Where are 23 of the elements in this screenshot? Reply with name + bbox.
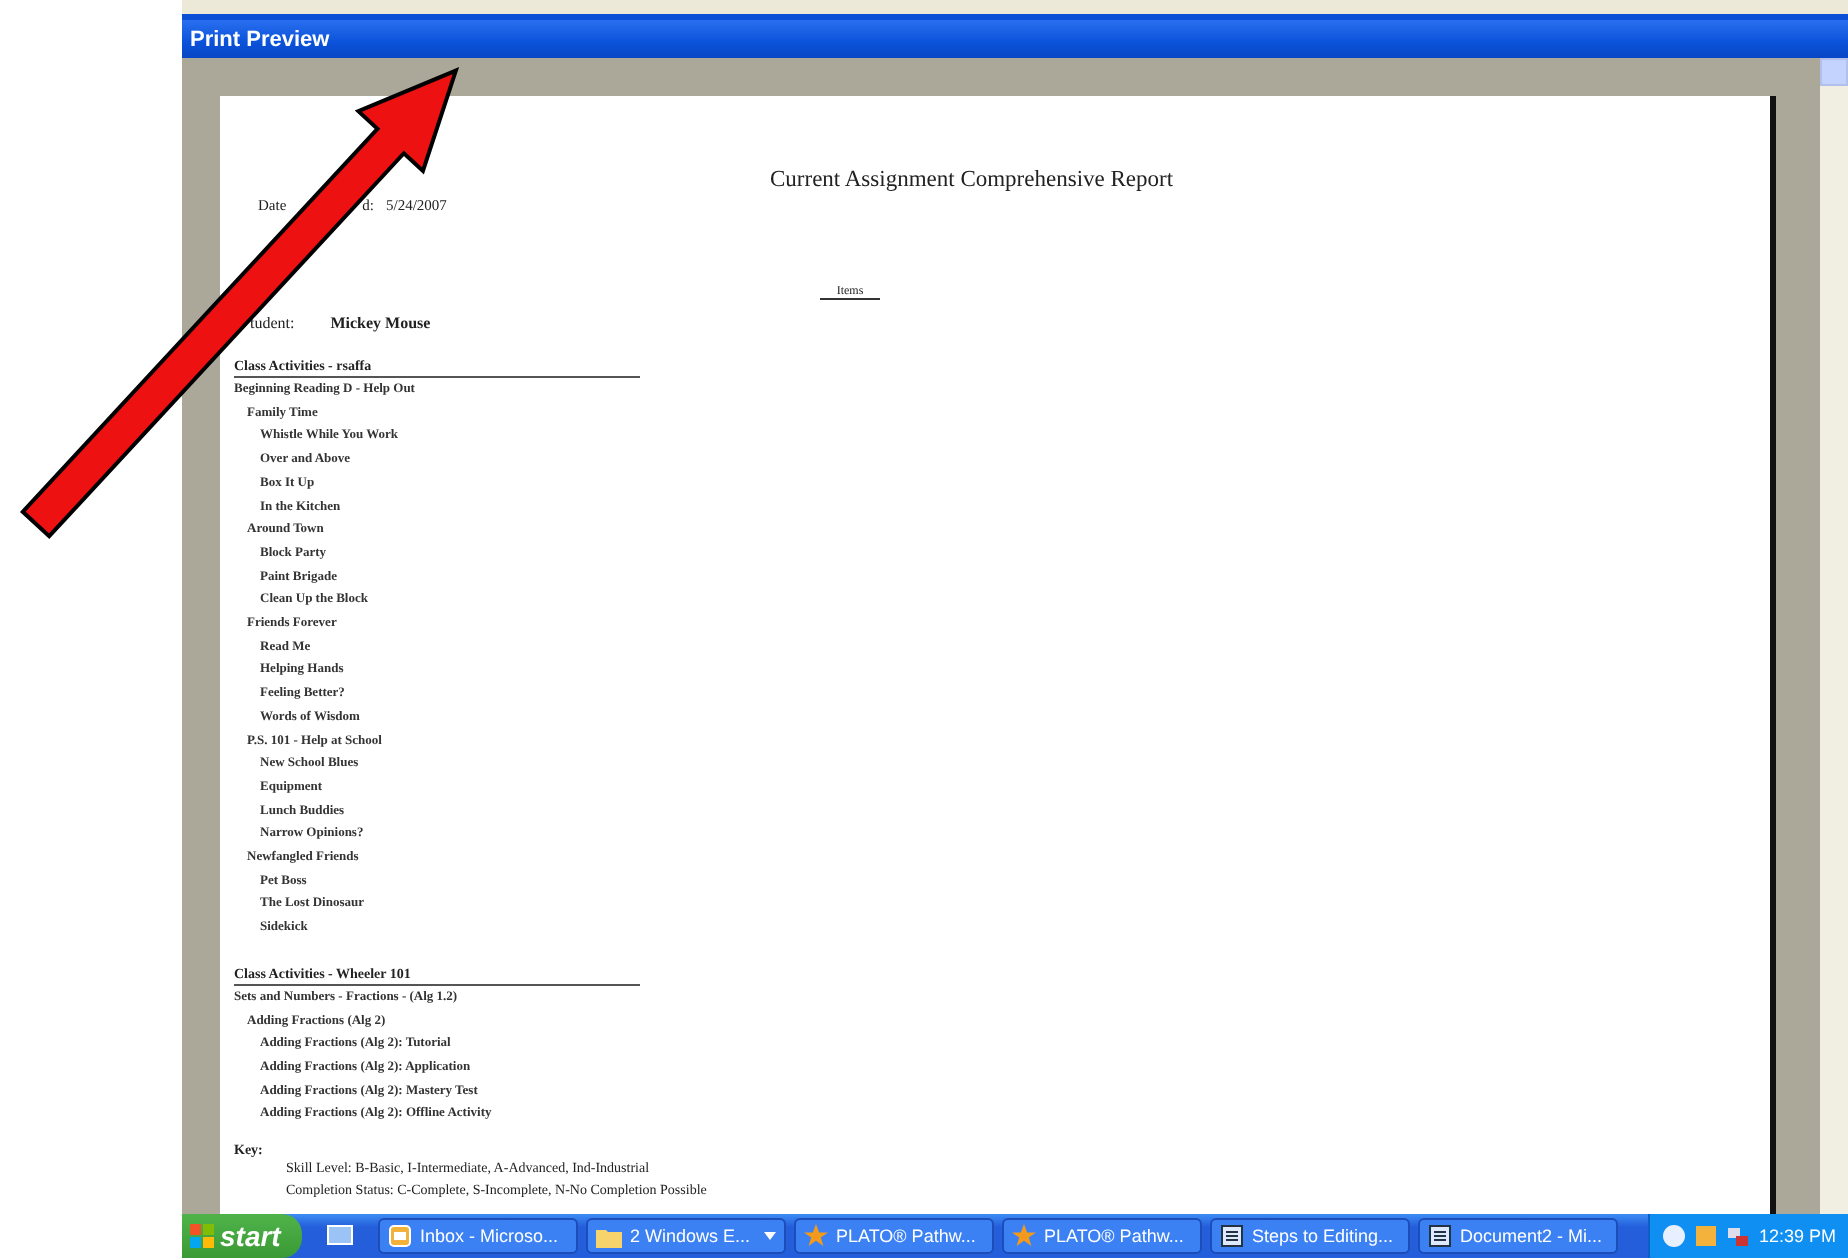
folder-icon: [596, 1225, 622, 1247]
star-icon: [1012, 1224, 1036, 1248]
document-icon: [1220, 1224, 1244, 1248]
document-icon: [1428, 1224, 1452, 1248]
envelope-icon: [388, 1224, 412, 1248]
star-icon: [804, 1224, 828, 1248]
taskbar-button[interactable]: Inbox - Microso...: [378, 1218, 578, 1254]
taskbar-button[interactable]: PLATO® Pathw...: [1002, 1218, 1202, 1254]
windows-flag-icon: [190, 1224, 214, 1248]
clock: 12:39 PM: [1758, 1226, 1836, 1246]
start-button[interactable]: start: [182, 1214, 302, 1258]
student-label: tudent:: [250, 314, 295, 332]
taskbar-button[interactable]: Steps to Editing...: [1210, 1218, 1410, 1254]
desktop-icon: [326, 1222, 354, 1250]
student-name: Mickey Mouse: [330, 314, 431, 332]
report-title: Current Assignment Comprehensive Report: [770, 168, 1176, 192]
taskbar-button[interactable]: Document2 - Mi...: [1418, 1218, 1618, 1254]
square-icon: [1694, 1224, 1719, 1248]
window-title: Print Preview: [182, 20, 1848, 58]
circle-icon: [1662, 1224, 1687, 1248]
network-icon: [1726, 1224, 1751, 1248]
taskbar-button[interactable]: 2 Windows E...: [586, 1218, 786, 1254]
taskbar-button[interactable]: PLATO® Pathw...: [794, 1218, 994, 1254]
